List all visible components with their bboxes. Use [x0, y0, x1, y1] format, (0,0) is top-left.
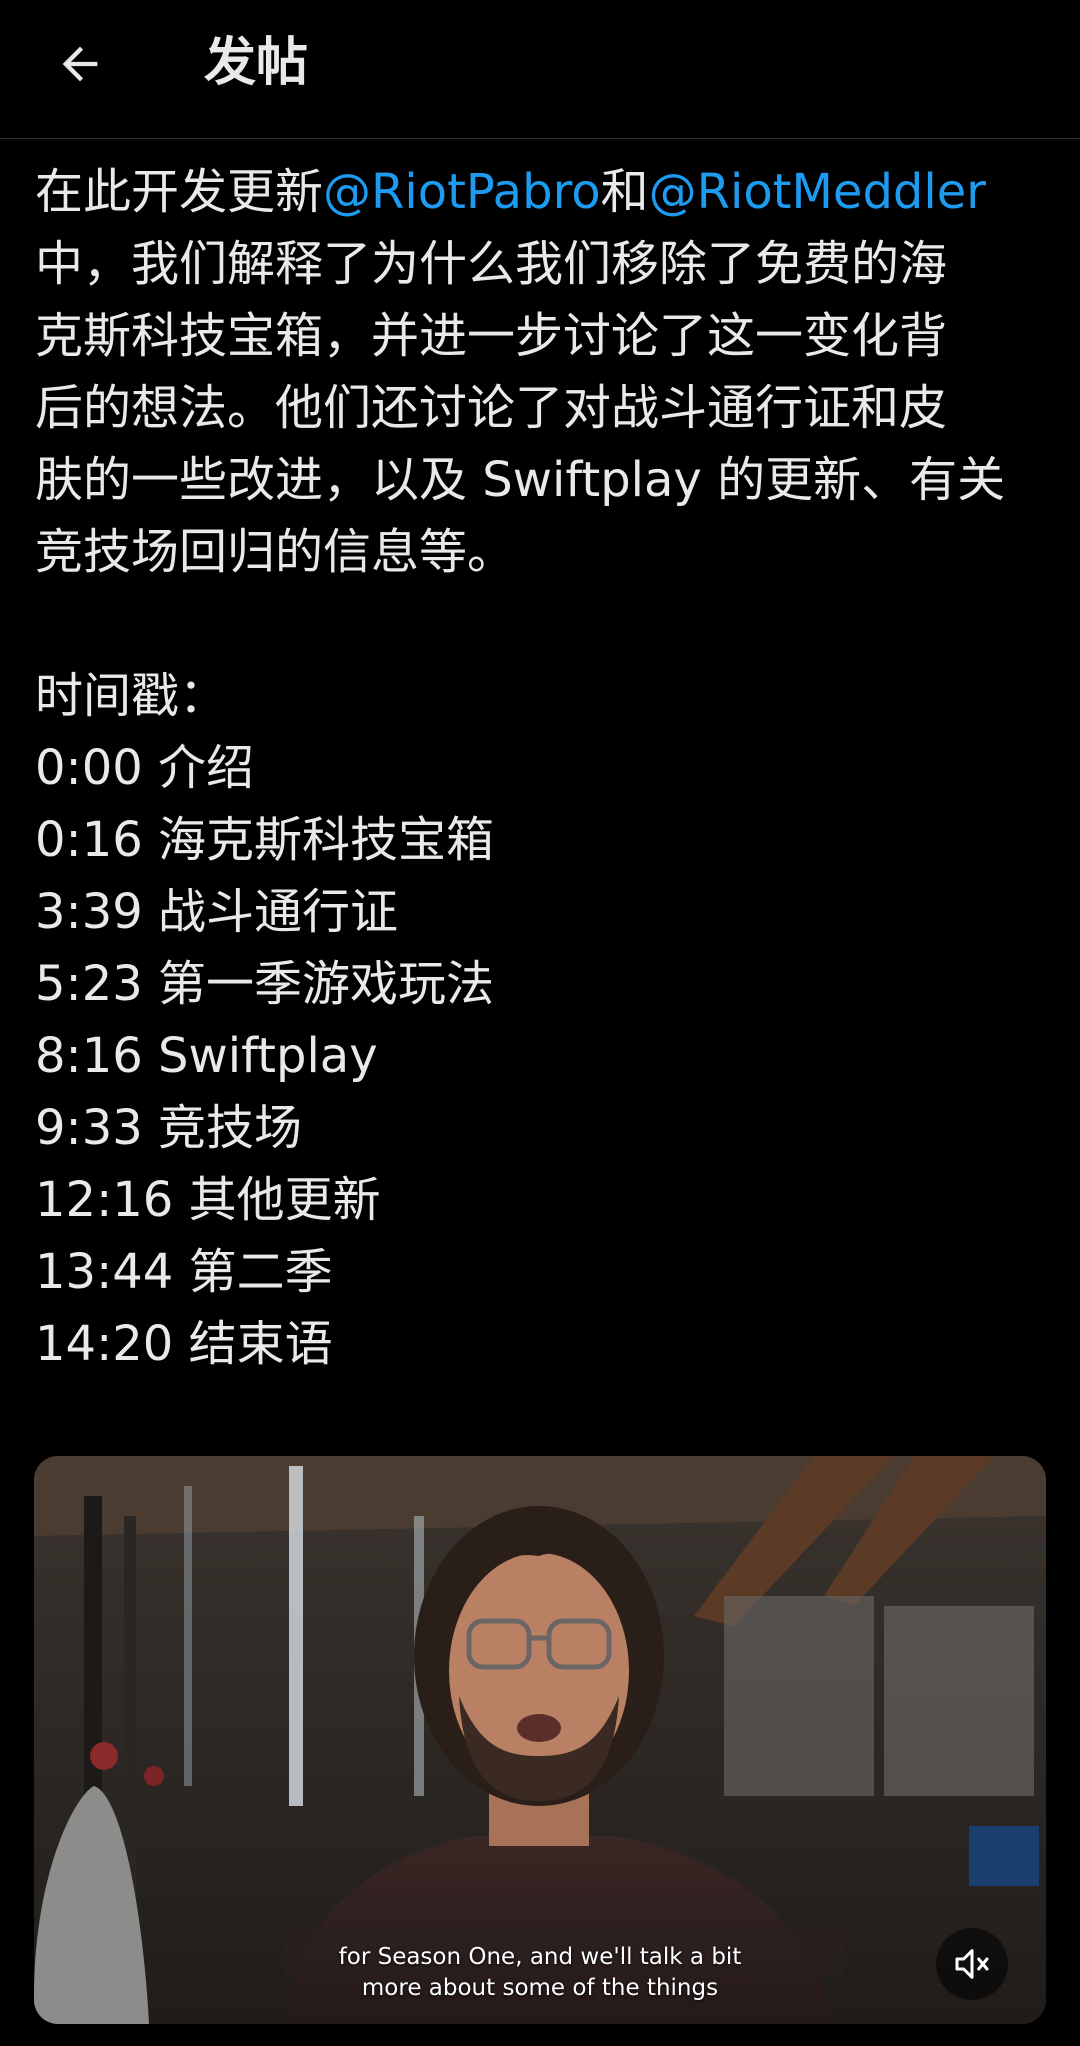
timestamp-item: 5:23 第一季游戏玩法 [35, 956, 495, 1012]
mute-button[interactable] [936, 1928, 1008, 2000]
timestamp-item: 9:33 竞技场 [35, 1100, 303, 1156]
post-body: 在此开发更新@RiotPabro和@RiotMeddler 中，我们解释了为什么… [35, 156, 1045, 1380]
timestamps-list: 时间戳： 0:00 介绍 0:16 海克斯科技宝箱 3:39 战斗通行证 5:2… [35, 660, 1045, 1380]
timestamp-item: 3:39 战斗通行证 [35, 884, 399, 940]
post-line: 中，我们解释了为什么我们移除了免费的海 [35, 236, 948, 292]
timestamps-heading: 时间戳： [35, 668, 228, 724]
timestamp-item: 12:16 其他更新 [35, 1172, 381, 1228]
post-line: 后的想法。他们还讨论了对战斗通行证和皮 [35, 380, 948, 436]
mention-riotmeddler[interactable]: @RiotMeddler [649, 164, 986, 220]
post-text-segment: 在此开发更新 [35, 164, 324, 220]
caption-line: more about some of the things [361, 1975, 719, 2001]
video-frame [34, 1456, 1046, 2024]
top-bar: 发帖 [0, 0, 1080, 139]
video-player[interactable]: for Season One, and we'll talk a bit mor… [34, 1456, 1046, 2024]
post-line: 竞技场回归的信息等。 [35, 524, 516, 580]
arrow-left-icon [62, 46, 98, 82]
post-first-line: 在此开发更新@RiotPabro和@RiotMeddler [35, 156, 1045, 228]
post-line: 肤的一些改进，以及 Swiftplay 的更新、有关 [35, 452, 1006, 508]
mention-riotpabro[interactable]: @RiotPabro [323, 164, 601, 220]
back-button[interactable] [50, 34, 110, 94]
post-text-segment: 和 [600, 164, 649, 220]
timestamp-item: 0:00 介绍 [35, 740, 255, 796]
video-caption: for Season One, and we'll talk a bit mor… [34, 1942, 1046, 2004]
timestamp-item: 13:44 第二季 [35, 1244, 333, 1300]
page-title: 发帖 [204, 33, 309, 93]
timestamp-item: 8:16 Swiftplay [35, 1028, 378, 1084]
post-line: 克斯科技宝箱，并进一步讨论了这一变化背 [35, 308, 948, 364]
timestamp-item: 14:20 结束语 [35, 1316, 333, 1372]
muted-speaker-icon [955, 1949, 989, 1979]
timestamp-item: 0:16 海克斯科技宝箱 [35, 812, 495, 868]
caption-line: for Season One, and we'll talk a bit [338, 1944, 742, 1970]
post-screen: 发帖 在此开发更新@RiotPabro和@RiotMeddler 中，我们解释了… [0, 0, 1080, 2046]
